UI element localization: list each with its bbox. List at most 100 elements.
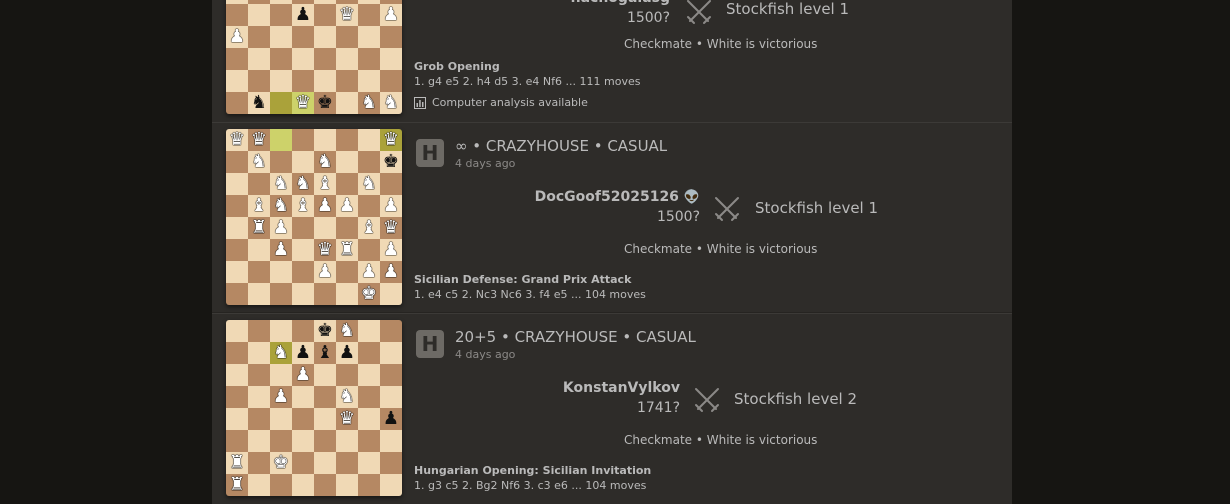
board-square — [226, 92, 248, 114]
board-square — [336, 48, 358, 70]
game-time-ago: 4 days ago — [455, 157, 516, 170]
board-square — [226, 70, 248, 92]
white-pawn-icon: ♟ — [382, 195, 400, 216]
board-square: ♟ — [292, 4, 314, 26]
board-square — [226, 283, 248, 305]
board-square — [292, 26, 314, 48]
opening-name: Sicilian Defense: Grand Prix Attack — [414, 273, 632, 286]
board-square — [380, 452, 402, 474]
board-square: ♛ — [314, 239, 336, 261]
white-queen-icon: ♛ — [338, 4, 356, 25]
board-square — [292, 283, 314, 305]
crazyhouse-icon: H — [416, 330, 444, 358]
board-square — [226, 4, 248, 26]
board-square: ♟ — [270, 239, 292, 261]
board-square: ♟ — [292, 342, 314, 364]
black-king-icon: ♚ — [382, 151, 400, 172]
board-square — [270, 70, 292, 92]
opponent-name: Stockfish level 2 — [734, 390, 858, 408]
game-result: Checkmate • White is victorious — [624, 433, 818, 447]
mini-board[interactable]: ♛ ♛ ♛ ♞ ♞ ♚ ♞ ♞ ♝ ♞ ♝ ♞ ♝ ♟ ♟ ♟ ♜ ♟ ♝ ♛ ♟ ♛ ♜ ♟ ♟ ♟ ♟ ♚ — [226, 129, 402, 305]
board-square — [292, 48, 314, 70]
board-square — [336, 70, 358, 92]
white-rook-icon: ♜ — [338, 239, 356, 260]
player-name[interactable]: DocGoof52025126 👽 — [535, 189, 700, 205]
board-square: ♞ — [358, 92, 380, 114]
board-square — [226, 408, 248, 430]
white-bishop-icon: ♝ — [316, 173, 334, 194]
board-square — [248, 408, 270, 430]
board-square — [314, 48, 336, 70]
board-square — [248, 261, 270, 283]
board-square: ♟ — [358, 261, 380, 283]
white-knight-icon: ♞ — [338, 320, 356, 341]
board-square — [358, 430, 380, 452]
board-square — [248, 342, 270, 364]
board-square: ♞ — [336, 386, 358, 408]
mini-board[interactable]: ♜♟♟♟♛♟♟♞♛♚♞♞ — [226, 0, 402, 114]
board-square — [380, 364, 402, 386]
player-name[interactable]: KonstanVylkov — [563, 380, 680, 396]
board-square — [248, 364, 270, 386]
board-square — [380, 70, 402, 92]
black-pawn-icon: ♟ — [294, 4, 312, 25]
white-pawn-icon: ♟ — [382, 4, 400, 25]
computer-analysis[interactable]: Computer analysis available — [414, 96, 588, 109]
game-header-title: ∞ • CRAZYHOUSE • CASUAL — [455, 137, 668, 155]
board-square — [358, 151, 380, 173]
white-bishop-icon: ♝ — [360, 217, 378, 238]
board-square: ♜ — [336, 239, 358, 261]
board-square — [226, 364, 248, 386]
white-rook-icon: ♜ — [228, 474, 246, 495]
board-square — [270, 26, 292, 48]
board-square — [314, 217, 336, 239]
board-square — [358, 320, 380, 342]
white-knight-icon: ♞ — [272, 342, 290, 363]
board-square — [336, 26, 358, 48]
mini-board[interactable]: ♚ ♞ ♞ ♟ ♝ ♟ ♟ ♟ ♞ ♛ ♟ ♜ ♚ ♜ — [226, 320, 402, 496]
board-square — [248, 26, 270, 48]
black-king-icon: ♚ — [316, 320, 334, 341]
board-square: ♟ — [380, 195, 402, 217]
white-queen-icon: ♛ — [294, 92, 312, 113]
game-row[interactable]: ♚ ♞ ♞ ♟ ♝ ♟ ♟ ♟ ♞ ♛ ♟ ♜ ♚ ♜ H 20+5 • CRAZYHOUSE • CAS… — [212, 313, 1012, 504]
game-row[interactable]: ♛ ♛ ♛ ♞ ♞ ♚ ♞ ♞ ♝ ♞ ♝ ♞ ♝ ♟ ♟ ♟ ♜ ♟ ♝ ♛ ♟ ♛ ♜ ♟ ♟ ♟ ♟ ♚ H ∞ • CRAZY… — [212, 122, 1012, 312]
game-row[interactable]: ♜♟♟♟♛♟♟♞♛♚♞♞ nachogalasg 1500? Stockfish… — [212, 0, 1012, 122]
board-square — [314, 386, 336, 408]
board-square: ♞ — [248, 151, 270, 173]
board-square: ♟ — [292, 364, 314, 386]
white-pawn-icon: ♟ — [272, 239, 290, 260]
board-square — [248, 474, 270, 496]
board-square — [380, 342, 402, 364]
black-pawn-icon: ♟ — [294, 342, 312, 363]
board-square — [248, 239, 270, 261]
board-square: ♟ — [336, 195, 358, 217]
board-square — [226, 151, 248, 173]
board-square — [358, 408, 380, 430]
board-square — [380, 283, 402, 305]
board-square — [270, 92, 292, 114]
board-square — [292, 261, 314, 283]
board-square — [292, 452, 314, 474]
board-square — [226, 239, 248, 261]
board-square: ♛ — [336, 4, 358, 26]
board-square — [358, 364, 380, 386]
black-king-icon: ♚ — [316, 92, 334, 113]
board-square: ♜ — [248, 217, 270, 239]
board-square: ♝ — [314, 173, 336, 195]
player-name[interactable]: nachogalasg — [571, 0, 670, 6]
board-square — [292, 151, 314, 173]
board-square — [248, 70, 270, 92]
white-knight-icon: ♞ — [360, 92, 378, 113]
opening-moves: 1. g4 e5 2. h4 d5 3. e4 Nf6 ... 111 move… — [414, 75, 641, 88]
white-knight-icon: ♞ — [360, 173, 378, 194]
board-square — [336, 364, 358, 386]
white-pawn-icon: ♟ — [316, 261, 334, 282]
white-pawn-icon: ♟ — [338, 195, 356, 216]
opening-name: Grob Opening — [414, 60, 500, 73]
board-square: ♟ — [270, 217, 292, 239]
board-square — [336, 92, 358, 114]
board-square: ♚ — [314, 320, 336, 342]
board-square — [226, 386, 248, 408]
board-square: ♜ — [226, 452, 248, 474]
